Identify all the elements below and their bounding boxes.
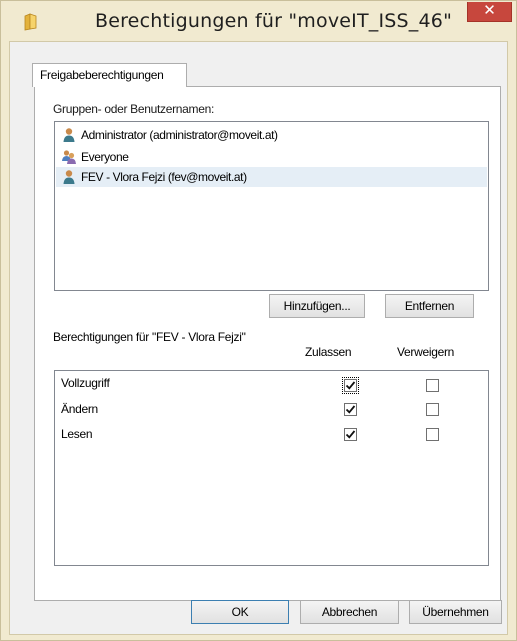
allow-checkbox-vollzugriff[interactable] (342, 377, 359, 394)
groups-label: Gruppen- oder Benutzernamen: (53, 102, 215, 116)
tab-label: Freigabeberechtigungen (40, 68, 164, 82)
user-name: Administrator (administrator@moveit.at) (81, 128, 278, 142)
add-button[interactable]: Hinzufügen... (269, 294, 365, 318)
permissions-dialog: Berechtigungen für "moveIT_ISS_46" ✕ Fre… (0, 0, 517, 641)
dialog-client-area: Freigabeberechtigungen Gruppen- oder Ben… (9, 41, 508, 635)
permission-name: Vollzugriff (61, 376, 110, 390)
permissions-label: Berechtigungen für "FEV - Vlora Fejzi" (53, 330, 246, 344)
checkmark-icon (345, 405, 356, 414)
checkmark-icon (345, 430, 356, 439)
group-icon (62, 150, 76, 164)
list-item-user[interactable]: Administrator (administrator@moveit.at) (56, 125, 487, 145)
permission-name: Lesen (61, 427, 93, 441)
ok-button[interactable]: OK (191, 600, 289, 624)
permission-row-aendern: Ändern (55, 399, 488, 425)
user-name: FEV - Vlora Fejzi (fev@moveit.at) (81, 170, 247, 184)
user-icon (63, 170, 75, 184)
permission-row-vollzugriff: Vollzugriff (55, 373, 488, 399)
permissions-list: Vollzugriff Ändern Lesen (54, 370, 489, 566)
tab-freigabeberechtigungen[interactable]: Freigabeberechtigungen (32, 63, 187, 87)
checkmark-icon (345, 381, 356, 390)
remove-button[interactable]: Entfernen (385, 294, 474, 318)
close-icon: ✕ (483, 1, 496, 19)
group-name: Everyone (81, 150, 129, 164)
tab-panel: Gruppen- oder Benutzernamen: Administrat… (34, 86, 501, 601)
user-icon (63, 128, 75, 142)
allow-checkbox-aendern[interactable] (344, 403, 357, 416)
permission-row-lesen: Lesen (55, 424, 488, 450)
deny-checkbox-lesen[interactable] (426, 428, 439, 441)
apply-button[interactable]: Übernehmen (409, 600, 502, 624)
permission-name: Ändern (61, 402, 98, 416)
deny-column-header: Verweigern (397, 345, 455, 359)
title-bar[interactable]: Berechtigungen für "moveIT_ISS_46" ✕ (1, 1, 516, 41)
list-item-group[interactable]: Everyone (56, 147, 487, 167)
list-item-user-selected[interactable]: FEV - Vlora Fejzi (fev@moveit.at) (56, 167, 487, 187)
window-title: Berechtigungen für "moveIT_ISS_46" (94, 10, 453, 32)
deny-checkbox-aendern[interactable] (426, 403, 439, 416)
allow-column-header: Zulassen (305, 345, 352, 359)
close-button[interactable]: ✕ (467, 1, 512, 22)
allow-checkbox-lesen[interactable] (344, 428, 357, 441)
deny-checkbox-vollzugriff[interactable] (426, 379, 439, 392)
users-listbox[interactable]: Administrator (administrator@moveit.at) … (54, 121, 489, 291)
cancel-button[interactable]: Abbrechen (300, 600, 399, 624)
